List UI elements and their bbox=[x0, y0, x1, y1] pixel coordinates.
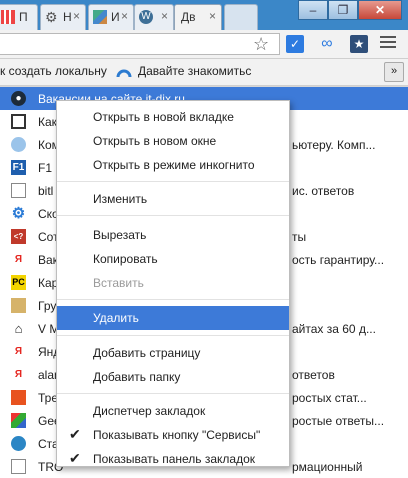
pc-icon: PC bbox=[11, 275, 26, 290]
tab-close-icon[interactable]: × bbox=[121, 9, 128, 23]
tab-close-icon[interactable]: × bbox=[73, 9, 80, 23]
bookmark-bar-item[interactable]: к создать локальну bbox=[0, 64, 107, 78]
tab-active[interactable]: Дв × bbox=[174, 4, 222, 30]
globe-icon bbox=[11, 436, 26, 451]
user-icon: ● bbox=[11, 91, 26, 106]
address-bar[interactable]: ☆ bbox=[0, 33, 280, 55]
menu-separator bbox=[57, 299, 289, 300]
chart-favicon-icon bbox=[1, 10, 15, 24]
checkmark-icon: ✔ bbox=[69, 450, 81, 466]
gear-icon: ⚙ bbox=[11, 205, 26, 222]
context-menu: Открыть в новой вкладке Открыть в новом … bbox=[56, 100, 290, 467]
tab-close-icon[interactable]: × bbox=[209, 9, 216, 23]
home-icon: ⌂ bbox=[14, 321, 23, 336]
menu-item-show-bookmarks-bar[interactable]: ✔ Показывать панель закладок bbox=[57, 447, 289, 471]
code-icon: <? bbox=[11, 229, 26, 244]
menu-item-add-folder[interactable]: Добавить папку bbox=[57, 365, 289, 389]
toolbar: ☆ ✓ ∞ ★ bbox=[0, 30, 408, 59]
menu-item-open-new-window[interactable]: Открыть в новом окне bbox=[57, 129, 289, 153]
geek-icon bbox=[11, 413, 26, 428]
menu-separator bbox=[57, 335, 289, 336]
tab-1[interactable]: П bbox=[0, 4, 38, 30]
menu-item-show-apps-button[interactable]: ✔ Показывать кнопку "Сервисы" bbox=[57, 423, 289, 447]
image-favicon-icon bbox=[93, 10, 107, 24]
globe-icon bbox=[11, 137, 26, 152]
more-bookmarks-chevron-icon[interactable]: » bbox=[384, 62, 404, 82]
gear-favicon-icon: ⚙ bbox=[45, 9, 58, 25]
maximize-button[interactable]: ❐ bbox=[328, 0, 358, 20]
tab-3[interactable]: И × bbox=[88, 4, 134, 30]
star-extension-icon[interactable]: ★ bbox=[350, 35, 368, 53]
menu-item-bookmark-manager[interactable]: Диспетчер закладок bbox=[57, 399, 289, 423]
menu-item-add-page[interactable]: Добавить страницу bbox=[57, 341, 289, 365]
menu-item-paste: Вставить bbox=[93, 276, 144, 290]
sync-extension-icon[interactable]: ∞ bbox=[318, 35, 336, 53]
menu-separator bbox=[57, 215, 289, 216]
yandex-icon: Я bbox=[14, 254, 23, 265]
close-window-button[interactable]: ✕ bbox=[358, 0, 402, 20]
menu-item-edit[interactable]: Изменить bbox=[57, 187, 289, 211]
bookmark-star-icon[interactable]: ☆ bbox=[253, 34, 269, 55]
bookmark-favicon-icon bbox=[116, 63, 132, 79]
menu-item-cut[interactable]: Вырезать bbox=[57, 223, 289, 247]
menu-item-open-incognito[interactable]: Открыть в режиме инкогнито bbox=[57, 153, 289, 177]
bookmark-bar-item[interactable]: Давайте знакомитьс bbox=[138, 64, 251, 78]
menu-separator bbox=[57, 393, 289, 394]
chrome-menu-icon[interactable] bbox=[380, 36, 396, 51]
tab-4[interactable]: W × bbox=[134, 4, 174, 30]
menu-separator bbox=[57, 181, 289, 182]
page-icon bbox=[11, 183, 26, 198]
menu-item-open-new-tab[interactable]: Открыть в новой вкладке bbox=[57, 105, 289, 129]
yandex-icon: Я bbox=[14, 369, 23, 380]
minimize-button[interactable]: – bbox=[298, 0, 328, 20]
f1-icon: F1 bbox=[11, 160, 26, 175]
checkmark-icon: ✔ bbox=[69, 426, 81, 442]
new-tab-button[interactable] bbox=[224, 4, 258, 30]
bookmarks-bar: к создать локальну Давайте знакомитьс » bbox=[0, 59, 408, 86]
wordpress-favicon-icon: W bbox=[139, 10, 153, 24]
checkmark-extension-icon[interactable]: ✓ bbox=[286, 35, 304, 53]
tab-2[interactable]: ⚙ Н × bbox=[40, 4, 86, 30]
menu-item-copy[interactable]: Копировать bbox=[57, 247, 289, 271]
yandex-icon: Я bbox=[14, 346, 23, 357]
tab-close-icon[interactable]: × bbox=[161, 9, 168, 23]
menu-item-delete[interactable]: Удалить bbox=[57, 306, 289, 330]
office-icon bbox=[11, 390, 26, 405]
group-icon bbox=[11, 298, 26, 313]
monitor-icon bbox=[11, 114, 26, 129]
tab-strip: П ⚙ Н × И × W × Дв × – ❐ ✕ bbox=[0, 0, 408, 30]
